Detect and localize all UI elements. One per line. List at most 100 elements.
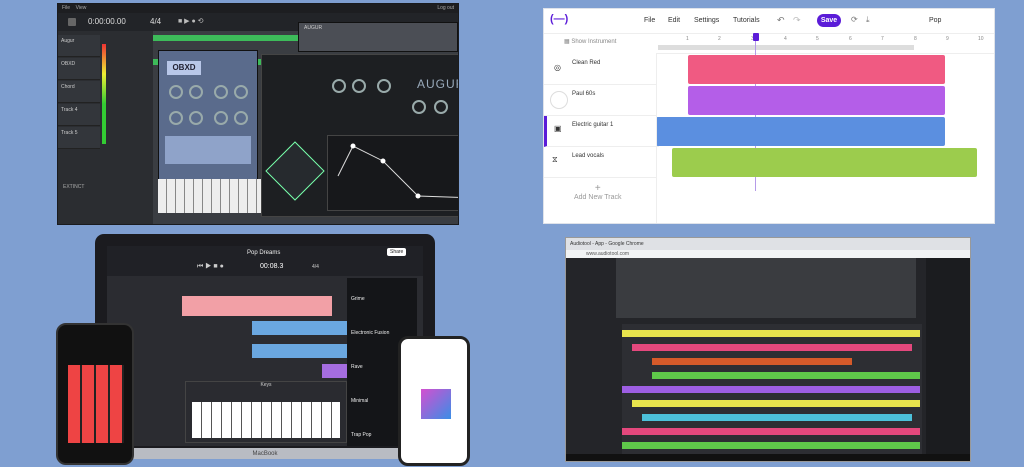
daw-menubar: File View Log out (58, 4, 458, 13)
web-daw-screenshot: (—) File Edit Settings Tutorials ↶ ↷ Sav… (543, 8, 995, 224)
device-rack[interactable] (616, 258, 916, 318)
laptop-screen: Pop Dreams Share ⏮ ▶ ■ ● 00:08.3 4/4 Gri… (107, 246, 423, 446)
browser-daw-screenshot: Audiotool - App - Google Chrome www.audi… (565, 237, 971, 462)
audio-clip[interactable] (322, 364, 347, 378)
menu-edit[interactable]: Edit (668, 17, 680, 24)
clip-row[interactable] (632, 400, 920, 407)
undo-icon[interactable]: ↶ (777, 15, 785, 26)
track-name: Track 4 (61, 107, 78, 113)
loop-item[interactable]: Trap Pop (351, 432, 371, 438)
audio-clip[interactable] (688, 86, 945, 115)
loop-region[interactable] (658, 45, 914, 50)
add-new-track-button[interactable]: + Add New Track (574, 183, 621, 201)
project-title: Pop Dreams (247, 250, 281, 256)
phone-left (56, 323, 134, 465)
track-header-electric-guitar[interactable]: ▣ Electric guitar 1 (544, 116, 659, 147)
loop-item[interactable]: Electronic Fusion (351, 330, 389, 336)
menu-view[interactable]: View (76, 5, 87, 11)
track-header[interactable]: Track 4 (58, 104, 100, 126)
audio-clip[interactable] (182, 296, 332, 316)
audio-clip[interactable] (252, 344, 347, 358)
laptop-app-header: Pop Dreams Share ⏮ ▶ ■ ● 00:08.3 4/4 (107, 246, 423, 276)
synth-knob[interactable] (352, 79, 366, 93)
keyboard-panel[interactable]: Keys (185, 381, 347, 443)
synth-knob[interactable] (214, 85, 228, 99)
synth-knob[interactable] (189, 111, 203, 125)
log-out-link[interactable]: Log out (437, 4, 454, 13)
laptop-brand: MacBook (252, 451, 278, 457)
menu-settings[interactable]: Settings (694, 17, 719, 24)
synth-knob[interactable] (169, 85, 183, 99)
save-button[interactable]: Save (817, 14, 841, 27)
clip-row[interactable] (652, 372, 920, 379)
envelope-editor[interactable] (327, 135, 458, 211)
loop-item[interactable]: Rave (351, 364, 363, 370)
menu-file[interactable]: File (644, 17, 655, 24)
transport-controls-icon[interactable]: ■ ▶ ● ⟲ (178, 18, 204, 26)
download-icon[interactable]: ⤓ (866, 15, 870, 25)
track-header[interactable]: Chord (58, 81, 100, 103)
synth-knob[interactable] (434, 100, 448, 114)
record-icon[interactable] (68, 18, 76, 26)
synth-knob[interactable] (234, 85, 248, 99)
synth-knob[interactable] (377, 79, 391, 93)
ruler-tick: 10 (978, 36, 984, 42)
clip-row[interactable] (632, 344, 912, 351)
ruler-tick: 5 (816, 36, 819, 42)
track-header[interactable]: Track 5 (58, 127, 100, 149)
clip-row[interactable] (652, 358, 852, 365)
level-meter (102, 44, 106, 144)
avatar (550, 91, 568, 109)
audio-clip[interactable] (656, 117, 945, 146)
transport-icons[interactable]: ⏮ ▶ ■ ● (197, 263, 224, 271)
track-header-paul-60s[interactable]: Paul 60s (544, 85, 656, 116)
track-header-lead-vocals[interactable]: ⧖ Lead vocals (544, 147, 656, 178)
augur-synth-panel[interactable]: AUGUR (261, 54, 458, 217)
synth-knob[interactable] (412, 100, 426, 114)
ruler-tick: 2 (718, 36, 721, 42)
menu-tutorials[interactable]: Tutorials (733, 17, 760, 24)
obxd-logo: OBXD (167, 61, 201, 75)
share-button[interactable]: Share (387, 248, 407, 256)
piano-keyboard[interactable] (158, 179, 263, 213)
loop-item[interactable]: Grime (351, 296, 365, 302)
show-instrument-toggle[interactable]: ▦ Show Instrument (564, 38, 616, 45)
track-header[interactable]: Augur (58, 35, 100, 57)
synth-knob[interactable] (189, 85, 203, 99)
clip-row[interactable] (642, 414, 912, 421)
audio-clip[interactable] (688, 55, 945, 84)
piano-keyboard[interactable] (192, 402, 340, 438)
clip-row[interactable] (622, 428, 920, 435)
synth-knob[interactable] (234, 111, 248, 125)
track-header-clean-red[interactable]: ◎ Clean Red (544, 54, 656, 85)
xy-pad[interactable] (265, 141, 325, 201)
clip-row[interactable] (622, 386, 920, 393)
pad-grid[interactable] (68, 365, 124, 443)
timeline-ruler[interactable]: 1 2 3 4 5 6 7 8 9 10 (656, 33, 994, 54)
ruler-tick: 8 (914, 36, 917, 42)
sync-icon[interactable]: ⟳ (851, 15, 858, 24)
synth-knob[interactable] (332, 79, 346, 93)
track-header[interactable]: OBXD (58, 58, 100, 80)
clip-row[interactable] (622, 330, 920, 337)
loop-item[interactable]: Minimal (351, 398, 368, 404)
arrangement-area[interactable] (622, 324, 922, 456)
track-name: Chord (61, 84, 75, 90)
time-display: 0:00:00.00 (88, 17, 126, 26)
synth-knob[interactable] (214, 111, 228, 125)
redo-icon[interactable]: ↷ (793, 15, 801, 26)
plus-icon: + (594, 183, 601, 194)
clip-row[interactable] (622, 442, 920, 449)
project-name: Pop (929, 17, 942, 24)
mixer-strip-area: AUGUR (298, 22, 458, 52)
synth-knob[interactable] (169, 111, 183, 125)
show-instrument-label: Show Instrument (571, 39, 617, 45)
audio-clip[interactable] (252, 321, 347, 335)
playhead-marker[interactable] (753, 33, 759, 41)
device-palette[interactable] (926, 258, 970, 454)
address-bar[interactable]: www.audiotool.com (566, 250, 970, 258)
audio-clip[interactable] (672, 148, 977, 177)
augur-small-label: AUGUR (304, 25, 323, 31)
menu-file[interactable]: File (62, 5, 70, 11)
obxd-synth-panel[interactable]: OBXD (158, 50, 258, 200)
